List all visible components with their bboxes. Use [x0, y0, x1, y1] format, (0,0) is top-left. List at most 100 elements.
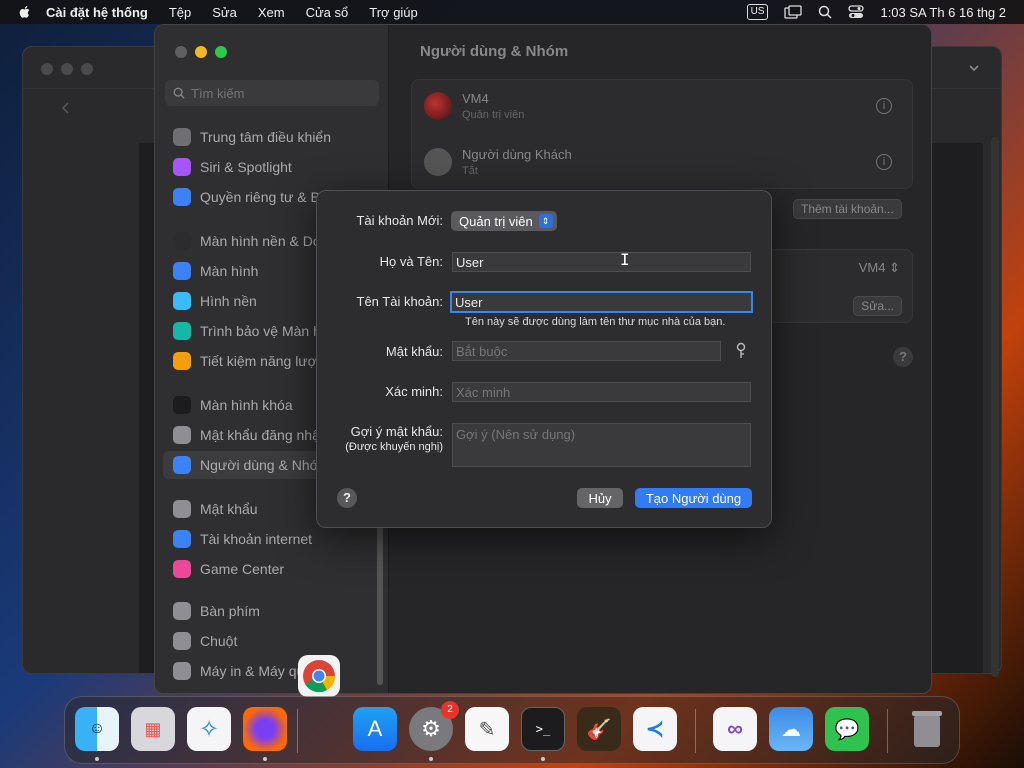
- autologin-select[interactable]: VM4 ⇕: [859, 260, 900, 276]
- wallpaper-icon: [173, 292, 191, 310]
- lock-screen-icon: [173, 396, 191, 414]
- running-indicator: [429, 757, 433, 761]
- password-hint-label: Gợi ý mật khẩu:: [350, 424, 443, 439]
- zoom-button[interactable]: [215, 46, 227, 58]
- search-icon: [173, 87, 185, 99]
- browser-scrollbar: [991, 137, 999, 677]
- fullname-label: Họ và Tên:: [379, 254, 443, 269]
- hand-icon: [173, 188, 191, 206]
- dock-separator: [297, 709, 298, 753]
- sidebar-item-label: Game Center: [200, 561, 285, 577]
- search-icon[interactable]: [818, 5, 832, 19]
- apple-menu-icon[interactable]: [18, 5, 32, 19]
- sidebar-item-label: Bàn phím: [200, 603, 260, 619]
- running-indicator: [541, 757, 545, 761]
- sidebar-item[interactable]: Chuột: [163, 627, 383, 655]
- menu-file[interactable]: Tệp: [169, 5, 191, 20]
- weather-icon[interactable]: ☁: [769, 707, 813, 751]
- menu-window[interactable]: Cửa sổ: [306, 5, 349, 20]
- password-hint-field[interactable]: [452, 423, 751, 467]
- sidebar-item[interactable]: Trung tâm điều khiển: [163, 123, 383, 151]
- sidebar-item[interactable]: Siri & Spotlight: [163, 153, 383, 181]
- sidebar-item[interactable]: Game Center: [163, 555, 383, 583]
- password-field[interactable]: [452, 341, 721, 361]
- search-input[interactable]: [191, 85, 361, 101]
- edit-button[interactable]: Sửa...: [853, 296, 902, 316]
- menu-app-name[interactable]: Cài đặt hệ thống: [46, 5, 148, 20]
- window-switch-icon[interactable]: [784, 5, 803, 19]
- menu-edit[interactable]: Sửa: [212, 5, 237, 20]
- chrome-logo-icon: [303, 660, 336, 693]
- display-icon: [173, 262, 191, 280]
- add-account-button[interactable]: Thêm tài khoản...: [793, 199, 902, 219]
- close-button[interactable]: [175, 46, 187, 58]
- info-icon[interactable]: i: [876, 154, 892, 170]
- game-center-icon: [173, 560, 191, 578]
- sidebar-item-label: Màn hình khóa: [200, 397, 293, 413]
- system-settings-icon[interactable]: ⚙ 2: [409, 701, 459, 751]
- sidebar-item[interactable]: Tài khoản internet: [163, 525, 383, 553]
- finder-icon[interactable]: ☺: [75, 707, 119, 751]
- avatar: [424, 92, 452, 120]
- create-user-button[interactable]: Tạo Người dùng: [635, 488, 752, 508]
- page-title: Người dùng & Nhóm: [420, 43, 569, 60]
- updown-chevron-icon: ⇕: [538, 214, 553, 228]
- sidebar-scrollbar[interactable]: [377, 525, 383, 685]
- account-type-popup[interactable]: Quản trị viên ⇕: [451, 211, 557, 231]
- sidebar-item-label: Màn hình nền & Dock: [200, 233, 335, 249]
- messages-icon[interactable]: 💬: [825, 707, 869, 751]
- sidebar-item-label: Trung tâm điều khiển: [200, 129, 331, 145]
- new-user-dialog: Tài khoản Mới: Quản trị viên ⇕ Họ và Tên…: [316, 190, 772, 528]
- minimize-button[interactable]: [195, 46, 207, 58]
- control-center-icon: [173, 128, 191, 146]
- dock: ☺ ▦ ✧ A ⚙ 2 ✎ >_ 🎸 ≺ ∞ ☁ 💬: [64, 696, 960, 764]
- key-icon: [173, 500, 191, 518]
- help-button[interactable]: ?: [893, 347, 913, 367]
- user-row-vm4[interactable]: VM4 Quản trị viên i: [424, 84, 900, 128]
- dock-separator: [887, 709, 888, 753]
- user-name: Người dùng Khách: [462, 147, 572, 162]
- trash-can-icon: [912, 711, 942, 747]
- menu-view[interactable]: Xem: [258, 5, 285, 20]
- browser-min-dot: [61, 63, 73, 75]
- verify-field[interactable]: [452, 382, 751, 402]
- info-icon[interactable]: i: [876, 98, 892, 114]
- running-indicator: [95, 757, 99, 761]
- control-center-icon[interactable]: [848, 5, 865, 19]
- clock[interactable]: 1:03 SA Th 6 16 thg 2: [880, 5, 1006, 20]
- cancel-button[interactable]: Hủy: [577, 488, 623, 508]
- sidebar-item-label: Mật khẩu đăng nhập: [200, 427, 328, 443]
- menu-help[interactable]: Trợ giúp: [369, 5, 418, 20]
- user-row-guest[interactable]: Người dùng Khách Tắt i: [424, 140, 900, 184]
- tab-menu-chevron-icon: [969, 65, 979, 72]
- garageband-icon[interactable]: 🎸: [577, 707, 621, 751]
- verify-label: Xác minh:: [385, 384, 443, 399]
- vscode-icon[interactable]: ≺: [633, 707, 677, 751]
- account-name-label: Tên Tài khoản:: [356, 294, 443, 309]
- sidebar-item[interactable]: Máy in & Máy quét: [163, 657, 383, 685]
- dock-separator: [695, 709, 696, 753]
- browser-max-dot: [81, 63, 93, 75]
- input-source-badge[interactable]: US: [746, 4, 769, 20]
- terminal-icon[interactable]: >_: [521, 707, 565, 751]
- visual-studio-icon[interactable]: ∞: [713, 707, 757, 751]
- key-icon[interactable]: [735, 342, 747, 360]
- launchpad-icon[interactable]: ▦: [131, 707, 175, 751]
- chrome-app-icon[interactable]: [298, 655, 340, 697]
- fullname-field[interactable]: [452, 252, 751, 272]
- safari-icon[interactable]: ✧: [187, 707, 231, 751]
- account-name-hint: Tên này sẽ được dùng làm tên thư mục nhà…: [465, 316, 726, 328]
- window-controls: [175, 46, 227, 58]
- dialog-help-button[interactable]: ?: [337, 488, 357, 508]
- textedit-icon[interactable]: ✎: [465, 707, 509, 751]
- firefox-icon[interactable]: [243, 707, 287, 751]
- keyboard-icon: [173, 602, 191, 620]
- sidebar-item-label: Tài khoản internet: [200, 531, 313, 547]
- user-role: Quản trị viên: [462, 109, 525, 121]
- account-name-field[interactable]: [450, 291, 753, 313]
- trash-icon[interactable]: [905, 707, 949, 751]
- app-store-icon[interactable]: A: [353, 707, 397, 751]
- sidebar-search[interactable]: [165, 80, 379, 106]
- sidebar-item[interactable]: Bàn phím: [163, 597, 383, 625]
- back-arrow-icon: [61, 102, 69, 114]
